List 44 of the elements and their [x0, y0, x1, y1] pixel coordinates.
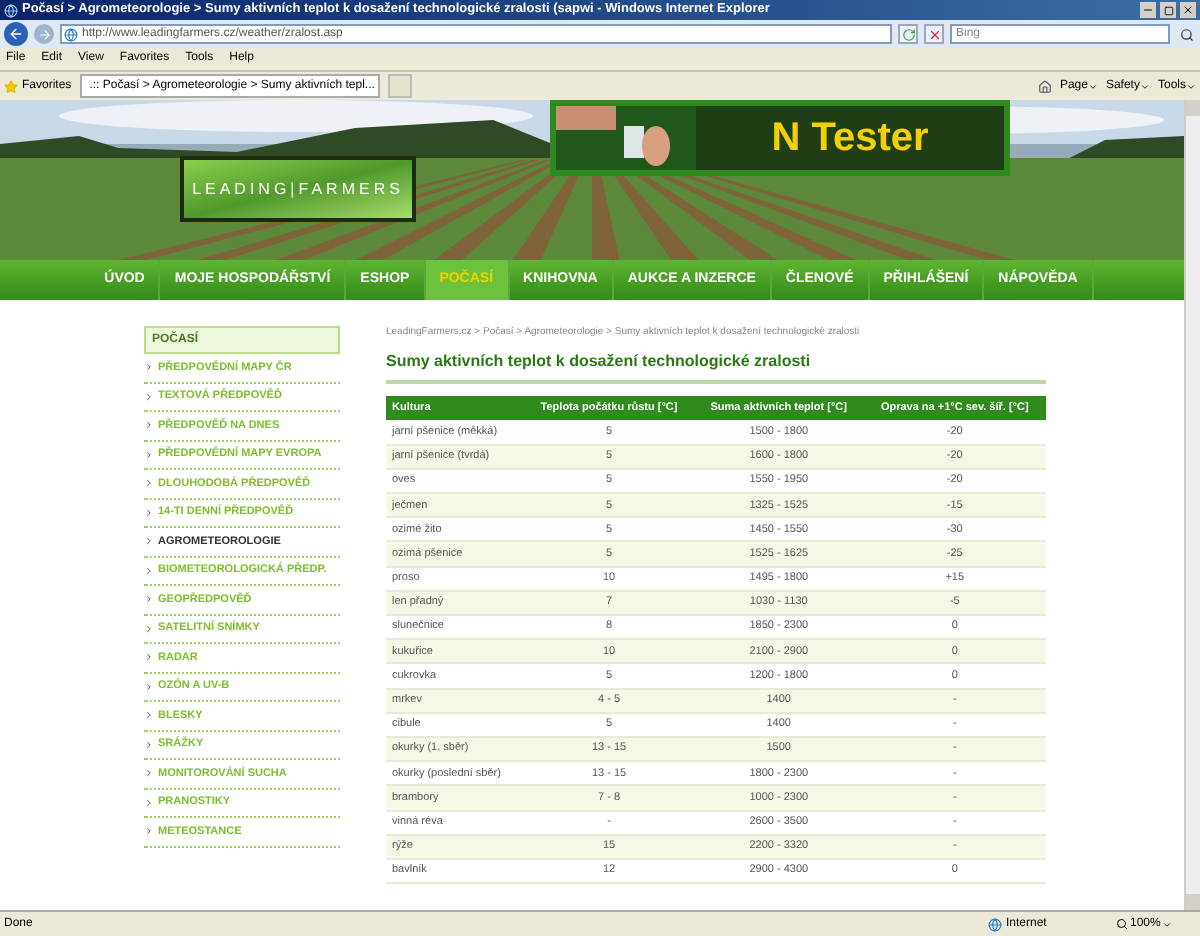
chevron-icon — [144, 565, 154, 576]
search-icon — [1179, 27, 1193, 41]
zoom-icon — [1116, 918, 1128, 930]
back-button[interactable] — [4, 22, 28, 46]
chevron-icon — [144, 681, 154, 692]
chevron-icon — [144, 536, 154, 547]
page-heading: Sumy aktivních teplot k dosažení technologické zralosti — [386, 350, 1046, 384]
maximize-button[interactable] — [1160, 2, 1176, 18]
chevron-icon — [144, 768, 154, 779]
stop-button[interactable] — [924, 24, 944, 44]
chevron-icon — [144, 449, 154, 460]
forward-arrow-icon — [37, 27, 51, 41]
chevron-icon — [144, 739, 154, 750]
chevron-icon — [144, 623, 154, 634]
globe-icon — [988, 917, 1002, 931]
back-arrow-icon — [8, 26, 24, 42]
home-icon[interactable] — [1037, 79, 1052, 93]
chevron-icon — [144, 478, 154, 489]
chevron-icon — [144, 710, 154, 721]
search-button[interactable] — [1176, 24, 1196, 44]
globe-icon — [64, 27, 78, 41]
chevron-icon — [144, 652, 154, 663]
refresh-button[interactable] — [898, 24, 918, 44]
chevron-icon — [144, 826, 154, 837]
browser-icon — [4, 3, 18, 17]
close-icon — [1182, 4, 1194, 16]
refresh-icon — [901, 27, 915, 41]
caret-icon — [1162, 919, 1173, 929]
chevron-icon — [144, 420, 154, 431]
caret-icon — [1186, 81, 1196, 91]
chevron-icon — [144, 507, 154, 518]
chevron-icon — [144, 594, 154, 605]
stop-icon — [927, 27, 941, 41]
minimize-button[interactable] — [1140, 2, 1156, 18]
maximize-icon — [1163, 5, 1173, 15]
close-button[interactable] — [1180, 2, 1196, 18]
caret-icon — [1087, 81, 1098, 91]
star-icon — [4, 79, 18, 93]
chevron-icon — [144, 391, 154, 402]
chevron-icon — [144, 362, 154, 373]
caret-icon — [1139, 81, 1150, 91]
chevron-icon — [144, 797, 154, 808]
minimize-icon — [1142, 4, 1154, 16]
scrollbar[interactable] — [1184, 100, 1200, 910]
